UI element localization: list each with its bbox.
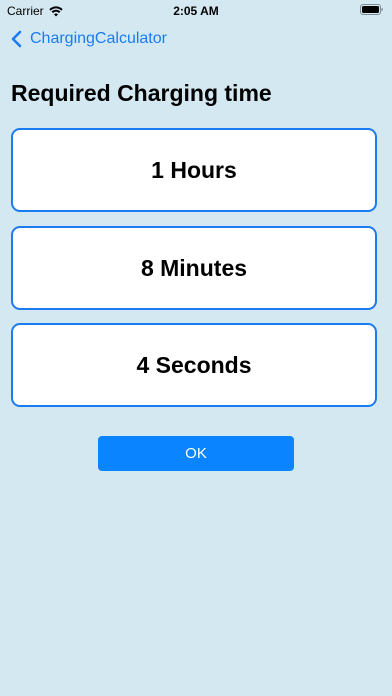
page-title: Required Charging time [11,80,272,106]
chevron-left-icon [11,30,22,48]
status-bar: Carrier 2:05 AM [0,0,392,22]
navigation-bar: ChargingCalculator [0,27,392,55]
back-label: ChargingCalculator [30,30,167,47]
hours-display: 1 Hours [11,128,377,212]
status-time: 2:05 AM [173,4,219,18]
battery-icon [360,4,383,15]
seconds-display: 4 Seconds [11,323,377,407]
ok-button[interactable]: OK [98,436,294,471]
back-button[interactable]: ChargingCalculator [10,30,167,48]
minutes-display: 8 Minutes [11,226,377,310]
